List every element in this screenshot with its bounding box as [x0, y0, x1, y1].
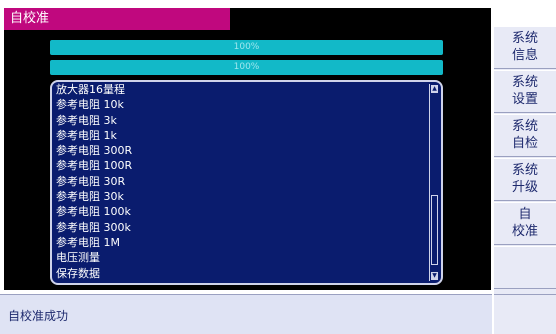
button-label-line2: 校准: [511, 224, 538, 239]
list-item[interactable]: 参考电阻 30k: [56, 189, 427, 204]
scrollbar[interactable]: ▲ ▼: [429, 84, 439, 281]
list-item[interactable]: 参考电阻 10k: [56, 97, 427, 112]
progress-label-1: 100%: [233, 42, 260, 52]
screen: 自校准 100% 100% 放大器16量程 参考电阻 10k 参考电阻 3k 参…: [0, 0, 556, 334]
list-item[interactable]: 参考电阻 300k: [56, 220, 427, 235]
button-label-line1: 系统: [511, 119, 538, 134]
button-label-line2: 自检: [511, 136, 538, 151]
button-label-line1: 系统: [511, 163, 538, 178]
down-arrow-icon[interactable]: ▼: [431, 272, 438, 280]
system-info-button[interactable]: 系统 信息: [494, 26, 556, 69]
list-item[interactable]: 参考电阻 100k: [56, 204, 427, 219]
status-right-panel: [494, 294, 556, 334]
list-item[interactable]: 参考电阻 100R: [56, 158, 427, 173]
self-calibration-button[interactable]: 自 校准: [494, 202, 556, 245]
list-item[interactable]: 保存数据: [56, 266, 427, 281]
system-selftest-button[interactable]: 系统 自检: [494, 114, 556, 157]
up-arrow-icon[interactable]: ▲: [431, 85, 438, 93]
list-item[interactable]: 电压测量: [56, 250, 427, 265]
window-title: 自校准: [4, 8, 230, 30]
scroll-thumb[interactable]: [431, 195, 438, 265]
sidebar: 系统 信息 系统 设置 系统 自检 系统 升级 自 校准: [494, 26, 556, 334]
system-upgrade-button[interactable]: 系统 升级: [494, 158, 556, 201]
button-label-line2: 升级: [511, 180, 538, 195]
button-label-line1: 系统: [511, 31, 538, 46]
list-item[interactable]: 参考电阻 3k: [56, 113, 427, 128]
progress-bar-2: 100%: [50, 60, 443, 75]
empty-sidebar-slot: [494, 246, 556, 289]
button-label-line2: 信息: [511, 48, 538, 63]
list-item[interactable]: 参考电阻 1M: [56, 235, 427, 250]
progress-bar-1: 100%: [50, 40, 443, 55]
system-settings-button[interactable]: 系统 设置: [494, 70, 556, 113]
button-label-line1: 系统: [511, 75, 538, 90]
status-message: 自校准成功: [8, 309, 69, 323]
list-item[interactable]: 参考电阻 30R: [56, 174, 427, 189]
status-bar: 自校准成功: [0, 294, 492, 334]
button-label-line1: 自: [518, 207, 532, 222]
button-label-line2: 设置: [511, 92, 538, 107]
calibration-list-items: 放大器16量程 参考电阻 10k 参考电阻 3k 参考电阻 1k 参考电阻 30…: [56, 82, 427, 281]
progress-label-2: 100%: [233, 62, 260, 72]
calibration-list[interactable]: 放大器16量程 参考电阻 10k 参考电阻 3k 参考电阻 1k 参考电阻 30…: [50, 80, 443, 285]
list-item[interactable]: 放大器16量程: [56, 82, 427, 97]
list-item[interactable]: 参考电阻 1k: [56, 128, 427, 143]
list-item[interactable]: 参考电阻 300R: [56, 143, 427, 158]
